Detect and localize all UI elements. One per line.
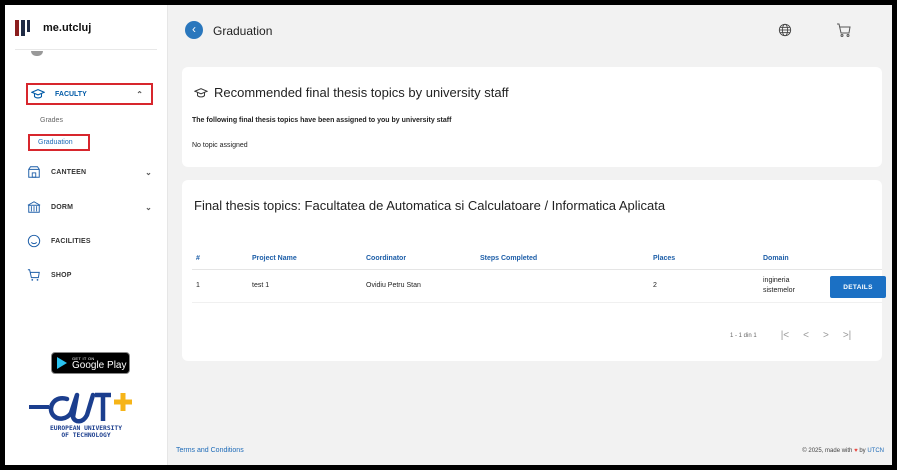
col-header-places[interactable]: Places [653,255,675,262]
sidebar-item-label: FACULTY [55,90,87,98]
cart-icon [27,269,40,281]
table-row: 1 test 1 Ovidiu Petru Stan 2 ingineria s… [192,271,886,303]
prev-page-icon[interactable]: < [803,330,809,341]
eut-line2: OF TECHNOLOGY [61,432,111,439]
eut-logo[interactable]: EUROPEAN UNIVERSITY OF TECHNOLOGY [27,387,157,439]
copyright-by: by [859,448,866,454]
chevron-down-icon: ⌄ [145,167,152,177]
cell-domain: ingineria sistemelor [763,276,795,296]
brand-name: me.utcluj [43,22,92,34]
google-play-icon [57,357,67,369]
chevron-down-icon: ⌄ [145,202,152,212]
graduation-cap-icon [194,87,208,97]
sidebar-item-label: SHOP [51,271,72,279]
copyright: © 2025, made with ♥ by UTCN [802,448,884,454]
topics-card: Final thesis topics: Facultatea de Autom… [182,180,886,361]
google-play-big: Google Play [72,359,127,371]
back-button[interactable]: ‹ [185,21,203,39]
pagination: 1 - 1 din 1 |< < > >| [730,330,851,341]
next-page-icon[interactable]: > [823,330,829,341]
utcn-link[interactable]: UTCN [867,448,884,454]
sidebar-subitem-graduation[interactable]: Graduation [28,134,90,151]
sidebar-item-shop[interactable]: SHOP [5,264,168,286]
cart-icon[interactable] [836,22,852,38]
canteen-icon [28,166,40,178]
sidebar-item-label: CANTEEN [51,168,87,176]
smile-icon [27,234,41,248]
utcluj-logo-icon [15,20,30,36]
pagination-range: 1 - 1 din 1 [730,332,757,339]
globe-icon[interactable] [778,23,792,37]
sidebar-item-label: DORM [51,203,74,211]
avatar[interactable] [31,51,43,56]
sidebar-item-dorm[interactable]: DORM ⌄ [5,196,168,218]
graduation-cap-icon [31,89,45,99]
col-header-steps[interactable]: Steps Completed [480,255,537,262]
sidebar-item-facilities[interactable]: FACILITIES [5,230,168,252]
building-icon [27,201,41,213]
sidebar: me.utcluj FACULTY ⌃ Grades Graduation CA… [5,5,168,465]
last-page-icon[interactable]: >| [843,330,851,341]
col-header-name[interactable]: Project Name [252,255,297,262]
heart-icon: ♥ [854,448,858,454]
app-frame: me.utcluj FACULTY ⌃ Grades Graduation CA… [5,5,892,465]
eut-logo-icon [29,392,132,424]
sidebar-item-label: FACILITIES [51,237,91,245]
page-title: Graduation [213,24,273,38]
cell-domain-line2: sistemelor [763,287,795,294]
table-header: # Project Name Coordinator Steps Complet… [192,250,882,270]
copyright-prefix: © 2025, made with [802,448,853,454]
recommended-topics-card: Recommended final thesis topics by unive… [182,67,882,167]
terms-link[interactable]: Terms and Conditions [176,447,244,454]
cell-places: 2 [653,282,657,289]
chevron-up-icon: ⌃ [136,89,143,99]
recommended-title-text: Recommended final thesis topics by unive… [214,85,509,100]
first-page-icon[interactable]: |< [781,330,789,341]
sidebar-item-faculty[interactable]: FACULTY ⌃ [26,83,153,105]
chevron-left-icon: ‹ [192,22,196,36]
cell-project-name: test 1 [252,282,270,289]
col-header-domain[interactable]: Domain [763,255,789,262]
recommended-empty: No topic assigned [192,142,248,149]
recommended-title: Recommended final thesis topics by unive… [194,85,509,100]
cell-coordinator: Ovidiu Petru Stan [366,282,421,289]
top-bar: ‹ Graduation [168,5,892,53]
google-play-badge[interactable]: GET IT ON Google Play [51,352,130,374]
recommended-subtitle: The following final thesis topics have b… [192,117,452,124]
details-button[interactable]: DETAILS [830,276,886,298]
col-header-num[interactable]: # [196,255,200,262]
cell-domain-line1: ingineria [763,277,790,284]
eut-line1: EUROPEAN UNIVERSITY [49,425,123,432]
cell-num: 1 [196,282,200,289]
sidebar-divider [15,49,157,50]
brand[interactable]: me.utcluj [15,19,91,37]
sidebar-subitem-grades[interactable]: Grades [40,117,63,124]
sidebar-item-canteen[interactable]: CANTEEN ⌄ [5,161,168,183]
col-header-coordinator[interactable]: Coordinator [366,255,406,262]
topics-title: Final thesis topics: Facultatea de Autom… [194,198,666,213]
